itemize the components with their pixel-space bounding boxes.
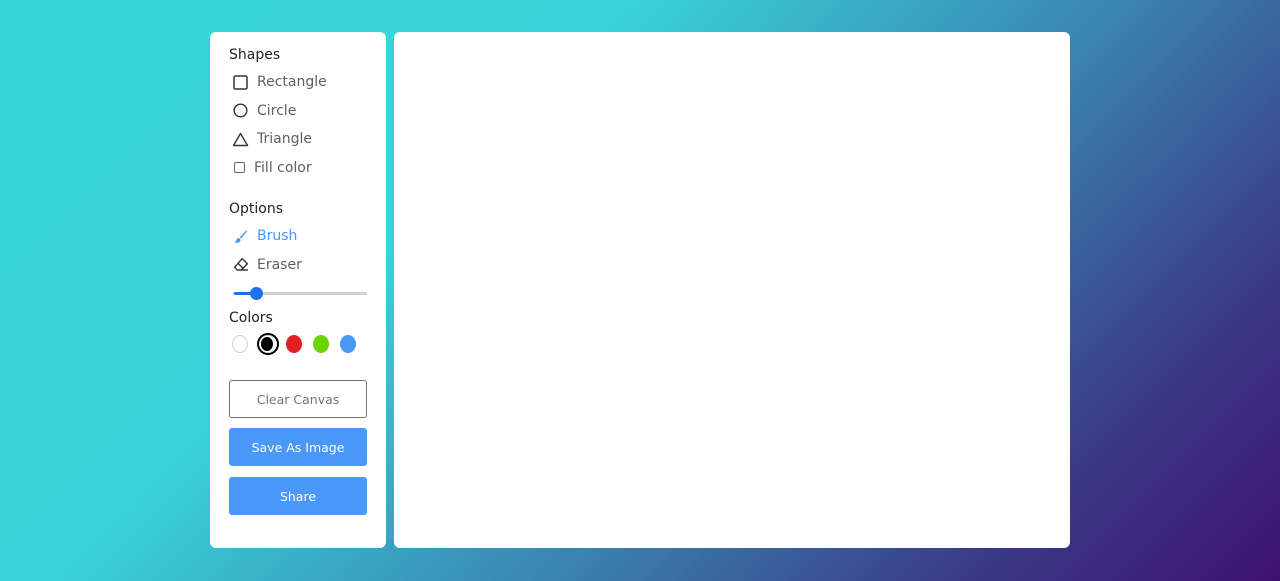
- triangle-icon: [232, 131, 249, 148]
- size-slider[interactable]: [229, 279, 367, 307]
- drawing-canvas[interactable]: [394, 32, 1070, 548]
- shape-rectangle-option[interactable]: Rectangle: [229, 68, 367, 97]
- colors-title: Colors: [229, 310, 273, 326]
- brush-label: Brush: [257, 228, 298, 245]
- shape-triangle-label: Triangle: [257, 131, 312, 148]
- fill-color-option[interactable]: Fill color: [229, 154, 367, 183]
- eraser-label: Eraser: [257, 256, 302, 273]
- fill-color-checkbox[interactable]: [234, 162, 245, 174]
- shape-triangle-option[interactable]: Triangle: [229, 125, 367, 154]
- size-slider-thumb[interactable]: [250, 286, 264, 300]
- fill-color-label: Fill color: [254, 159, 312, 176]
- color-swatch-white[interactable]: [232, 335, 249, 353]
- shape-circle-label: Circle: [257, 102, 297, 119]
- color-swatch-black[interactable]: [257, 333, 280, 355]
- color-swatches: [229, 329, 367, 359]
- tools-board: Shapes Rectangle Circle Triangle Fill co…: [210, 32, 386, 548]
- size-slider-track[interactable]: [233, 286, 367, 300]
- brush-icon: [232, 228, 249, 245]
- rectangle-icon: [232, 74, 249, 91]
- color-swatch-red[interactable]: [286, 335, 303, 353]
- clear-canvas-button[interactable]: Clear Canvas: [229, 380, 367, 418]
- color-swatch-green[interactable]: [313, 335, 330, 353]
- shape-rectangle-label: Rectangle: [257, 74, 327, 91]
- save-image-button[interactable]: Save As Image: [229, 428, 367, 466]
- brush-option[interactable]: Brush: [229, 222, 367, 251]
- shape-circle-option[interactable]: Circle: [229, 97, 367, 126]
- shapes-title: Shapes: [229, 47, 281, 63]
- color-swatch-blue[interactable]: [340, 335, 356, 353]
- share-button[interactable]: Share: [229, 477, 367, 515]
- eraser-option[interactable]: Eraser: [229, 251, 367, 280]
- eraser-icon: [232, 256, 249, 273]
- options-title: Options: [229, 201, 284, 217]
- circle-icon: [232, 102, 249, 119]
